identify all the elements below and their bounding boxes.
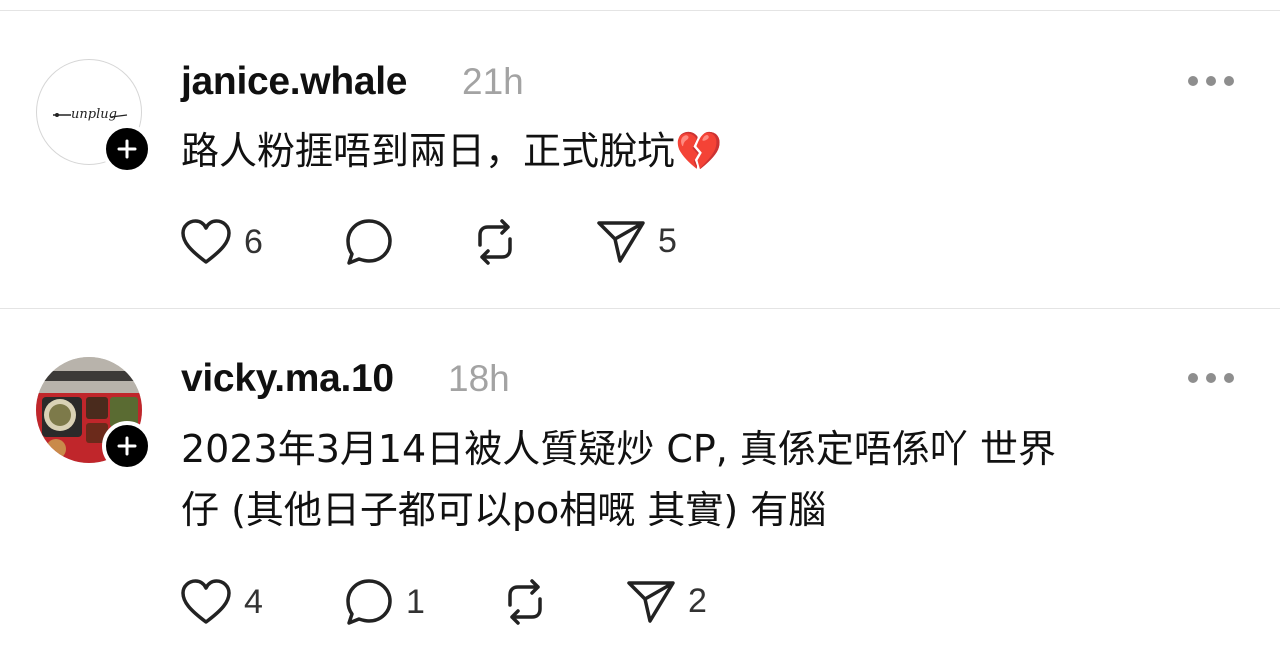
post-divider xyxy=(0,308,1280,309)
follow-button[interactable] xyxy=(102,124,152,174)
more-icon[interactable] xyxy=(1188,69,1234,93)
repost-button[interactable] xyxy=(500,577,562,627)
reply-button[interactable]: 1 xyxy=(344,577,425,627)
send-icon xyxy=(627,581,675,623)
timestamp: 18h xyxy=(448,358,510,399)
post-text: 路人粉捱唔到兩日，正式脫坑💔 xyxy=(181,129,723,173)
share-count: 2 xyxy=(688,582,707,620)
repost-button[interactable] xyxy=(470,217,532,267)
username[interactable]: janice.whale xyxy=(181,59,407,105)
plus-icon xyxy=(117,436,137,456)
heart-icon xyxy=(181,219,231,264)
follow-button[interactable] xyxy=(102,421,152,471)
post-text-line: 仔 (其他日子都可以po相嘅 其實) 有腦 xyxy=(181,488,827,532)
post-text-line: 2023年3月14日被人質疑炒 CP, 真係定唔係吖 世界 xyxy=(181,427,1057,471)
like-count: 4 xyxy=(244,583,263,621)
like-count: 6 xyxy=(244,223,263,261)
username[interactable]: vicky.ma.10 xyxy=(181,356,394,402)
share-count: 5 xyxy=(658,222,677,260)
timestamp: 21h xyxy=(462,61,524,102)
top-divider xyxy=(0,10,1280,11)
send-icon xyxy=(597,221,645,263)
svg-text:unplug: unplug xyxy=(71,107,117,122)
share-button[interactable]: 2 xyxy=(626,578,707,624)
like-button[interactable]: 4 xyxy=(180,578,263,626)
heart-icon xyxy=(181,579,231,624)
repost-icon xyxy=(478,219,512,265)
like-button[interactable]: 6 xyxy=(180,218,263,266)
plus-icon xyxy=(117,139,137,159)
repost-icon xyxy=(508,579,542,625)
comment-icon xyxy=(346,219,392,265)
post-text: 2023年3月14日被人質疑炒 CP, 真係定唔係吖 世界 仔 (其他日子都可以… xyxy=(181,419,1221,541)
share-button[interactable]: 5 xyxy=(596,218,677,264)
more-icon[interactable] xyxy=(1188,366,1234,390)
comment-icon xyxy=(346,579,392,625)
reply-count: 1 xyxy=(406,583,425,621)
reply-button[interactable] xyxy=(344,217,406,267)
